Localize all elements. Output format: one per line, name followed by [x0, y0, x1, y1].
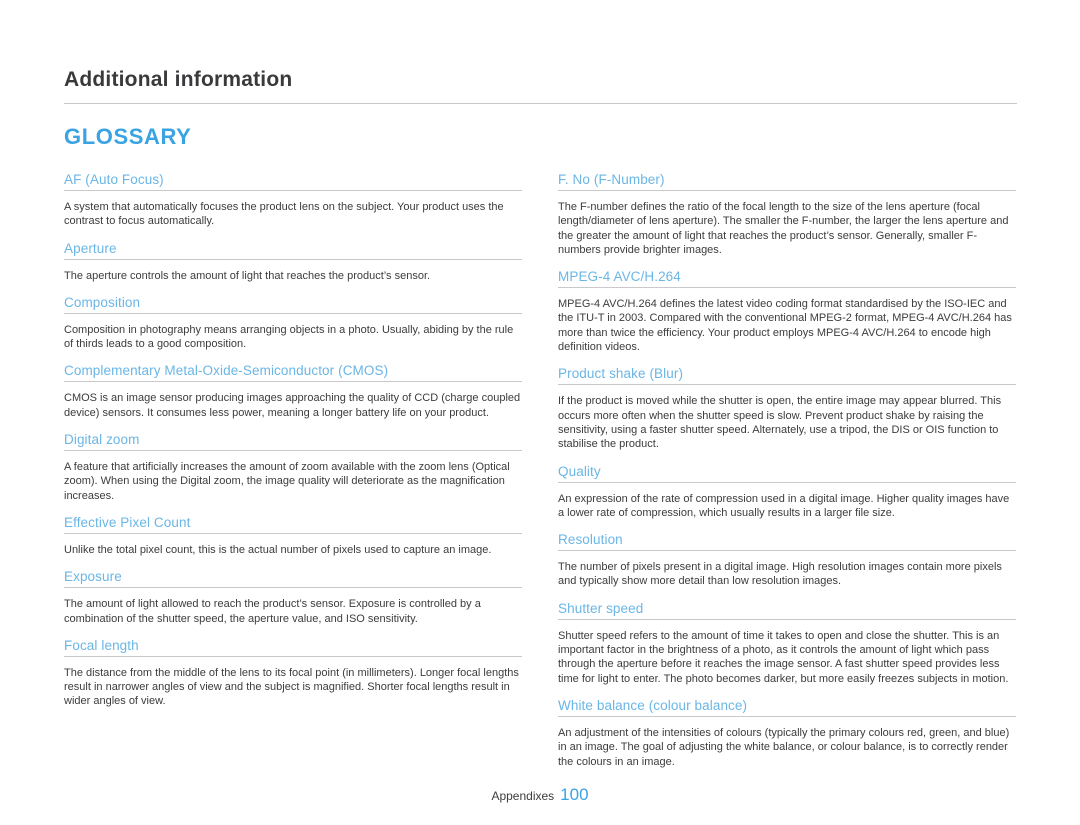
glossary-definition: If the product is moved while the shutte… [558, 395, 1002, 451]
term-divider [558, 287, 1016, 289]
glossary-entry: MPEG-4 AVC/H.264 MPEG-4 AVC/H.264 define… [558, 269, 1016, 354]
glossary-columns: AF (Auto Focus) A system that automatica… [64, 172, 1017, 781]
page-title: Additional information [64, 68, 293, 91]
glossary-entry: Exposure The amount of light allowed to … [64, 569, 522, 626]
glossary-definition: MPEG-4 AVC/H.264 defines the latest vide… [558, 298, 1012, 354]
glossary-entry: Complementary Metal-Oxide-Semiconductor … [64, 363, 522, 420]
glossary-entry: Quality An expression of the rate of com… [558, 464, 1016, 521]
term-divider [558, 550, 1016, 552]
term-divider [558, 384, 1016, 386]
page-header: Additional information [64, 68, 1017, 92]
glossary-definition: A feature that artificially increases th… [64, 461, 510, 502]
term-divider [558, 190, 1016, 191]
glossary-definition: The number of pixels present in a digita… [558, 561, 1002, 588]
term-divider [64, 587, 522, 589]
glossary-right-column: F. No (F-Number) The F-number defines th… [558, 172, 1016, 781]
glossary-entry: Shutter speed Shutter speed refers to th… [558, 601, 1016, 686]
term-divider [558, 618, 1016, 620]
glossary-definition: An expression of the rate of compression… [558, 492, 1010, 519]
term-divider [558, 715, 1016, 717]
glossary-entry: Effective Pixel Count Unlike the total p… [64, 515, 522, 557]
glossary-term: Product shake (Blur) [558, 366, 684, 382]
glossary-term: F. No (F-Number) [558, 172, 665, 187]
term-divider [64, 532, 522, 534]
term-divider [64, 655, 522, 657]
term-divider [64, 312, 522, 314]
glossary-term: Digital zoom [64, 432, 140, 448]
glossary-entry: F. No (F-Number) The F-number defines th… [558, 172, 1016, 257]
term-divider [64, 381, 522, 383]
glossary-definition: The amount of light allowed to reach the… [64, 598, 481, 625]
glossary-term: MPEG-4 AVC/H.264 [558, 269, 681, 285]
term-divider [64, 190, 522, 191]
glossary-entry: Digital zoom A feature that artificially… [64, 432, 522, 503]
glossary-term: White balance (colour balance) [558, 697, 748, 713]
glossary-entry: Resolution The number of pixels present … [558, 532, 1016, 589]
glossary-definition: An adjustment of the intensities of colo… [558, 726, 1010, 768]
glossary-definition: A system that automatically focuses the … [64, 201, 504, 228]
glossary-definition: Shutter speed refers to the amount of ti… [558, 629, 1009, 685]
glossary-definition: The distance from the middle of the lens… [64, 666, 519, 708]
glossary-term: Complementary Metal-Oxide-Semiconductor … [64, 363, 389, 379]
term-divider [64, 258, 522, 260]
term-divider [64, 450, 522, 452]
term-divider [558, 481, 1016, 483]
glossary-term: AF (Auto Focus) [64, 172, 164, 187]
glossary-term: Shutter speed [558, 600, 644, 616]
glossary-definition: The F-number defines the ratio of the fo… [558, 201, 1009, 256]
glossary-definition: Composition in photography means arrangi… [64, 323, 514, 351]
glossary-left-column: AF (Auto Focus) A system that automatica… [64, 172, 522, 781]
glossary-entry: Focal length The distance from the middl… [64, 638, 522, 709]
glossary-definition: Unlike the total pixel count, this is th… [64, 543, 492, 556]
section-title: GLOSSARY [64, 124, 192, 149]
glossary-entry: Composition Composition in photography m… [64, 295, 522, 352]
glossary-term: Resolution [558, 532, 623, 548]
glossary-entry: Aperture The aperture controls the amoun… [64, 241, 522, 283]
glossary-term: Exposure [64, 569, 122, 585]
glossary-definition: CMOS is an image sensor producing images… [64, 392, 521, 419]
glossary-entry: White balance (colour balance) An adjust… [558, 698, 1016, 769]
glossary-entry: AF (Auto Focus) A system that automatica… [64, 172, 522, 229]
glossary-definition: The aperture controls the amount of ligh… [64, 269, 431, 282]
document-page: Additional information GLOSSARY AF (Auto… [0, 0, 1080, 825]
glossary-term: Quality [558, 463, 601, 479]
glossary-term: Composition [64, 294, 141, 310]
header-divider [64, 103, 1017, 104]
glossary-entry: Product shake (Blur) If the product is m… [558, 366, 1016, 451]
glossary-term: Focal length [64, 637, 139, 653]
page-number: 100 [560, 785, 589, 804]
glossary-term: Effective Pixel Count [64, 514, 191, 530]
footer-label: Appendixes [491, 789, 555, 803]
page-footer: Appendixes 100 [0, 785, 1080, 805]
glossary-term: Aperture [64, 240, 117, 256]
